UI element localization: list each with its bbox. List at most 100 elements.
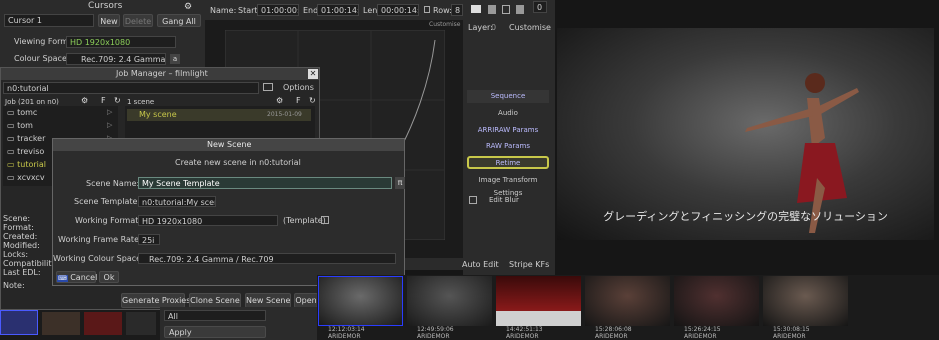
job-filter-icon[interactable]: F xyxy=(101,96,106,105)
new-scene-title: New Scene xyxy=(207,140,252,149)
working-format-select[interactable]: HD 1920x1080 xyxy=(138,215,278,226)
tab-arriraw-params[interactable]: ARRIRAW Params xyxy=(467,124,549,137)
name-label: Name: xyxy=(210,6,237,15)
ok-button[interactable]: Ok xyxy=(99,271,119,283)
thumbnail-3[interactable] xyxy=(496,276,581,326)
job-path-select[interactable]: n0:tutorial xyxy=(3,82,259,94)
scene-filter-icon[interactable]: F xyxy=(296,96,301,105)
cancel-button[interactable]: ⌨ Cancel xyxy=(56,271,97,283)
generate-proxies-button[interactable]: Generate Proxies xyxy=(121,293,190,308)
list-item[interactable]: ▭ treviso xyxy=(7,147,44,156)
thumb-name-5: ARIDEMOR xyxy=(684,333,717,340)
delete-icon[interactable] xyxy=(516,5,524,14)
template-tag: (Template) xyxy=(283,216,326,225)
cursor-select[interactable]: Cursor 1 xyxy=(4,14,94,27)
count-field[interactable]: 0 xyxy=(533,1,547,13)
colour-space-label: Colour Space: xyxy=(14,54,70,63)
stripe-kfs-button[interactable]: Stripe KFs xyxy=(509,260,549,269)
job-gear-icon[interactable]: ⚙ xyxy=(81,96,88,105)
thumbnail-5[interactable] xyxy=(674,276,759,326)
apply-button[interactable]: Apply xyxy=(164,326,266,338)
colour-space-select[interactable]: Rec.709: 2.4 Gamma xyxy=(66,53,166,65)
scene-refresh-icon[interactable]: ↻ xyxy=(309,96,316,105)
mini-thumb[interactable] xyxy=(0,310,38,335)
scene-template-label: Scene Template: xyxy=(74,197,141,206)
folder-icon: ▭ xyxy=(7,108,18,117)
info-last-edl-label: Last EDL: xyxy=(3,268,41,277)
mini-thumb[interactable] xyxy=(84,312,122,335)
tab-image-transform[interactable]: Image Transform Settings xyxy=(467,174,549,197)
thumb-tc-6: 15:30:08:15 xyxy=(773,326,810,333)
info-compatibility-label: Compatibility: xyxy=(3,259,59,268)
scene-name-input[interactable]: My Scene Template xyxy=(138,177,392,189)
open-button[interactable]: Open xyxy=(294,293,318,308)
folder-icon[interactable] xyxy=(263,83,273,91)
list-icon[interactable] xyxy=(321,216,329,224)
list-item[interactable]: ▭ xcvxcv xyxy=(7,173,45,182)
list-item[interactable]: ▭ tomc xyxy=(7,108,37,117)
thumb-tc-4: 15:28:06:08 xyxy=(595,326,632,333)
list-item-selected[interactable]: ▭ tutorial xyxy=(7,160,46,169)
timeline-header: Name: Start: 01:00:00:00 End: 01:00:14:2… xyxy=(205,0,555,20)
viewer[interactable]: グレーディングとフィニッシングの完璧なソリューション xyxy=(557,28,934,240)
edit-blur-icon[interactable] xyxy=(469,196,477,204)
folder-icon: ▭ xyxy=(7,134,18,143)
tab-retime[interactable]: Retime xyxy=(467,156,549,169)
lock-icon[interactable]: a xyxy=(170,54,180,64)
customise-small[interactable]: Customise xyxy=(429,21,460,28)
row-label: Row: xyxy=(433,6,452,15)
scene-gear-icon[interactable]: ⚙ xyxy=(276,96,283,105)
cursors-panel: Cursors ⚙ Cursor 1 New Delete Gang All V… xyxy=(0,0,205,70)
scene-row[interactable]: My scene 2015-01-09 xyxy=(127,109,311,121)
trash-icon[interactable] xyxy=(488,5,496,14)
scene-name: My scene xyxy=(139,110,177,119)
thumbnail-2[interactable] xyxy=(407,276,492,326)
list-item[interactable]: ▭ tracker xyxy=(7,134,45,143)
scene-count: 1 scene xyxy=(127,98,155,106)
new-cursor-button[interactable]: New xyxy=(98,14,120,27)
len-field[interactable]: 00:00:14:20 xyxy=(377,4,419,16)
start-field[interactable]: 01:00:00:00 xyxy=(257,4,299,16)
new-scene-button[interactable]: New Scene xyxy=(245,293,291,308)
copy-icon[interactable] xyxy=(502,5,510,14)
viewing-format-select[interactable]: HD 1920x1080 xyxy=(66,36,176,48)
edit-blur-button[interactable]: Edit Blur xyxy=(489,196,519,204)
thumbnail-4[interactable] xyxy=(585,276,670,326)
info-modified-label: Modified: xyxy=(3,241,40,250)
mini-strip[interactable] xyxy=(0,310,160,340)
mini-thumb[interactable] xyxy=(42,312,80,335)
options-menu[interactable]: Options xyxy=(283,83,314,92)
colour-space-select-dialog[interactable]: Rec.709: 2.4 Gamma / Rec.709 xyxy=(138,253,396,264)
new-scene-titlebar: New Scene xyxy=(53,139,404,151)
thumbnail-1[interactable] xyxy=(318,276,403,326)
mini-thumb[interactable] xyxy=(126,312,156,335)
scene-template-select[interactable]: n0:tutorial:My scene xyxy=(138,196,216,207)
working-format-label: Working Format: xyxy=(75,216,142,225)
filter-select[interactable]: All xyxy=(164,310,266,321)
thumb-name-2: ARIDEMOR xyxy=(417,333,450,340)
job-refresh-icon[interactable]: ↻ xyxy=(114,96,121,105)
info-created-label: Created: xyxy=(3,232,38,241)
clone-scene-button[interactable]: Clone Scene xyxy=(189,293,241,308)
auto-edit-button[interactable]: Auto Edit xyxy=(462,260,499,269)
thumbnail-6[interactable] xyxy=(763,276,848,326)
row-field[interactable]: 8 xyxy=(451,4,463,16)
chevron-right-icon: ▷ xyxy=(107,121,113,129)
new-scene-dialog: New Scene Create new scene in n0:tutoria… xyxy=(52,138,405,286)
close-icon[interactable]: ✕ xyxy=(308,69,318,79)
gang-all-button[interactable]: Gang All xyxy=(157,14,201,27)
tab-sequence[interactable]: Sequence xyxy=(467,90,549,103)
folder-icon: ▭ xyxy=(7,121,18,130)
delete-cursor-button[interactable]: Delete xyxy=(123,14,153,27)
row-icon xyxy=(424,6,430,13)
tab-audio[interactable]: Audio xyxy=(467,107,549,120)
list-item[interactable]: ▭ tom xyxy=(7,121,33,130)
pi-button[interactable]: π xyxy=(395,177,405,189)
white-swatch-icon[interactable] xyxy=(471,5,481,13)
thumb-name-1: ARIDEMOR xyxy=(328,333,361,340)
frame-rate-select[interactable]: 25i xyxy=(138,234,160,245)
customise-button[interactable]: Customise xyxy=(509,23,551,32)
gear-icon[interactable]: ⚙ xyxy=(184,2,192,12)
end-field[interactable]: 01:00:14:20 xyxy=(317,4,359,16)
tab-raw-params[interactable]: RAW Params xyxy=(467,140,549,153)
